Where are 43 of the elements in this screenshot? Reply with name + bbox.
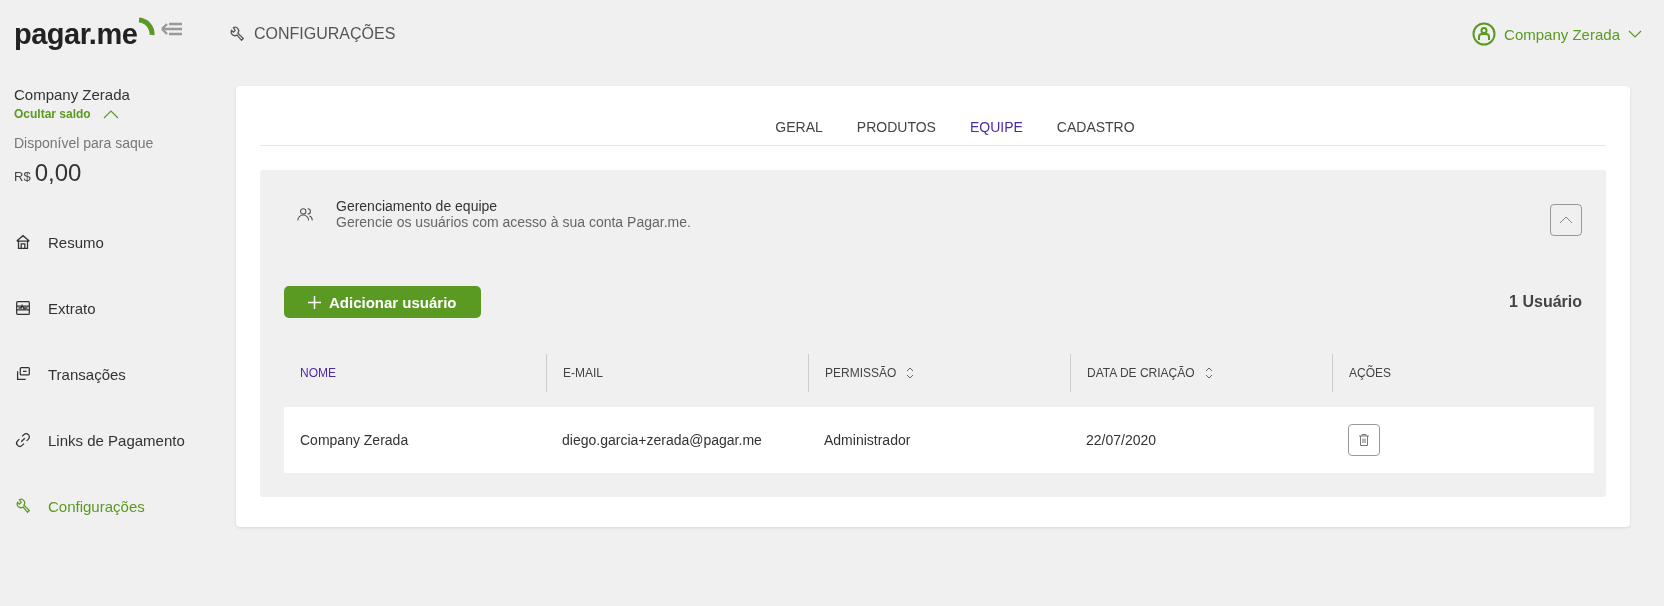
sidebar-item[interactable]: Extrato: [14, 275, 222, 341]
cards-icon[interactable]: [14, 365, 32, 383]
company-name: Company Zerada: [14, 86, 131, 103]
tab[interactable]: PRODUTOS: [856, 119, 936, 145]
chart-panel-icon[interactable]: [14, 299, 32, 317]
chevron-up-icon[interactable]: [1559, 216, 1573, 224]
page-title: CONFIGURAÇÕES: [254, 25, 396, 43]
sidebar-item[interactable]: Links de Pagamento: [14, 407, 222, 473]
column-header[interactable]: E-MAIL: [546, 354, 808, 392]
balance-label: Disponível para saque: [14, 135, 155, 151]
balance-amount: 0,00: [34, 159, 82, 187]
table-cell-text: Company Zerada: [299, 432, 410, 448]
collapse-menu-icon[interactable]: [161, 21, 184, 37]
tab[interactable]: EQUIPE: [969, 119, 1023, 145]
link-icon[interactable]: [14, 431, 32, 449]
sidebar-item[interactable]: Transações: [14, 341, 222, 407]
sort-icon[interactable]: [906, 367, 915, 379]
tab[interactable]: GERAL: [775, 119, 823, 145]
table-cell-text: Administrador: [823, 432, 912, 448]
tab[interactable]: CADASTRO: [1056, 119, 1135, 145]
user-count: 1 Usuário: [1509, 293, 1582, 311]
sidebar-item[interactable]: Resumo: [14, 209, 222, 275]
wrench-icon: [228, 25, 246, 43]
logo: pagar.me: [14, 18, 138, 51]
column-header[interactable]: DATA DE CRIAÇÃO: [1070, 354, 1332, 392]
collapse-button[interactable]: [1550, 204, 1582, 236]
house-icon[interactable]: [14, 233, 32, 251]
column-header[interactable]: AÇÕES: [1332, 354, 1594, 392]
trash-icon[interactable]: [1359, 434, 1369, 446]
delete-button[interactable]: [1348, 424, 1380, 456]
sort-icon[interactable]: [1204, 367, 1213, 379]
section-subtitle: Gerencie os usuários com acesso à sua conta Pagar.me.: [336, 214, 692, 230]
chevron-up-icon[interactable]: [102, 109, 119, 119]
plus-icon[interactable]: [308, 295, 321, 309]
user-avatar-icon[interactable]: [1472, 22, 1497, 46]
wrench-icon[interactable]: [14, 497, 32, 515]
chevron-down-icon[interactable]: [1628, 30, 1642, 38]
currency-symbol: R$: [14, 169, 31, 184]
column-header[interactable]: PERMISSÃO: [808, 354, 1070, 392]
table-cell-text: 22/07/2020: [1085, 432, 1158, 448]
column-header[interactable]: NOME: [284, 354, 546, 392]
section-title: Gerenciamento de equipe: [336, 198, 499, 214]
table-cell-text: diego.garcia+zerada@pagar.me: [561, 432, 763, 448]
